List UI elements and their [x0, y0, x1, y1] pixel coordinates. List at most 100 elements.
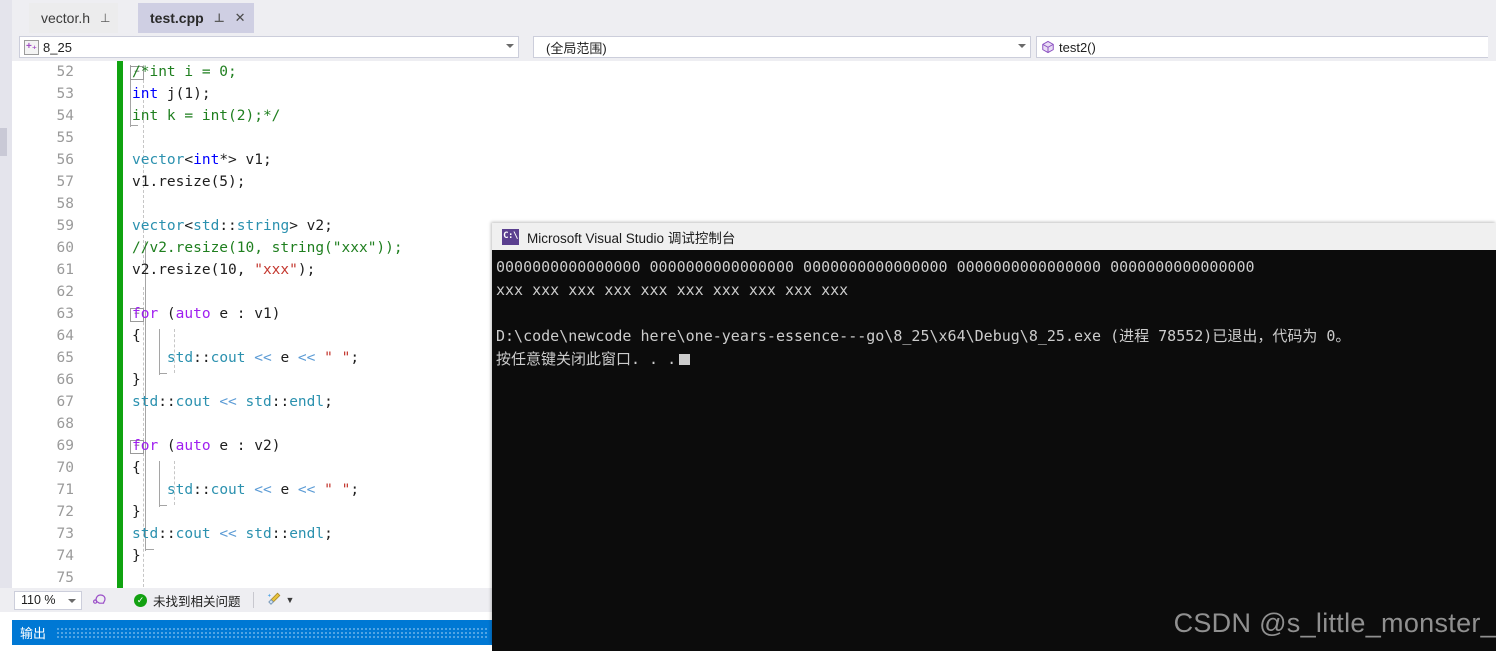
code-line[interactable]: 59 vector<std::string> v2;: [12, 215, 492, 237]
chevron-down-icon[interactable]: ▼: [286, 595, 295, 605]
line-number: 57: [56, 174, 74, 190]
code-editor[interactable]: 52−/*int i = 0; 53 int j(1); 54 int k = int(…: [12, 61, 492, 588]
code-line[interactable]: 69− for (auto e : v2): [12, 435, 492, 457]
line-number: 69: [56, 438, 74, 454]
chevron-down-icon[interactable]: [506, 44, 514, 48]
line-number: 61: [56, 262, 74, 278]
pin-icon[interactable]: ⊥: [214, 11, 225, 25]
output-panel-header[interactable]: 输出: [12, 620, 492, 645]
member-dropdown[interactable]: test2(): [1036, 36, 1488, 58]
close-icon[interactable]: ✕: [235, 10, 246, 26]
code-text: v2.resize(10, "xxx");: [132, 262, 316, 278]
code-line[interactable]: 56 vector<int*> v1;: [12, 149, 492, 171]
line-number: 72: [56, 504, 74, 520]
code-text: //v2.resize(10, string("xxx"));: [132, 240, 403, 256]
line-number: 66: [56, 372, 74, 388]
console-output[interactable]: 0000000000000000 0000000000000000 000000…: [492, 250, 1496, 651]
tab-label: vector.h: [41, 10, 91, 26]
scope-dropdown[interactable]: (全局范围): [533, 36, 1031, 58]
console-title: Microsoft Visual Studio 调试控制台: [527, 230, 736, 246]
project-dropdown[interactable]: +₊ 8_25: [19, 36, 519, 58]
code-line[interactable]: 68: [12, 413, 492, 435]
console-title-bar[interactable]: C:\ Microsoft Visual Studio 调试控制台: [492, 223, 1496, 250]
line-number: 70: [56, 460, 74, 476]
code-text: v1.resize(5);: [132, 174, 246, 190]
line-number: 63: [56, 306, 74, 322]
zoom-level-dropdown[interactable]: 110 %: [14, 590, 82, 610]
code-line[interactable]: 67 std::cout << std::endl;: [12, 391, 492, 413]
code-line[interactable]: 73 std::cout << std::endl;: [12, 523, 492, 545]
code-line[interactable]: 74}: [12, 545, 492, 567]
code-line[interactable]: 62: [12, 281, 492, 303]
tabstrip-left-edge: [0, 0, 12, 33]
visual-studio-window: vector.h ⊥ test.cpp ⊥ ✕ +₊ 8_25 (全局范围) t…: [0, 0, 1496, 651]
scroll-nub[interactable]: [0, 128, 7, 156]
code-text: std::cout << std::endl;: [132, 394, 333, 410]
tab-test-cpp[interactable]: test.cpp ⊥ ✕: [138, 3, 254, 33]
member-name: test2(): [1059, 39, 1096, 55]
code-line[interactable]: 60 //v2.resize(10, string("xxx"));: [12, 237, 492, 259]
zoom-level-value: 110 %: [21, 593, 56, 607]
status-bar: 110 % ✓ 未找到相关问题 ▼: [0, 588, 492, 612]
line-number: 75: [56, 570, 74, 586]
code-text: std::cout << std::endl;: [132, 526, 333, 542]
code-text: }: [132, 548, 141, 564]
line-number: 67: [56, 394, 74, 410]
code-text: vector<int*> v1;: [132, 152, 272, 168]
code-line[interactable]: 66}: [12, 369, 492, 391]
code-line[interactable]: 55: [12, 127, 492, 149]
line-number: 59: [56, 218, 74, 234]
line-number: 68: [56, 416, 74, 432]
method-cube-icon: [1041, 40, 1055, 54]
code-text: for (auto e : v1): [132, 306, 281, 322]
panel-drag-grip[interactable]: [56, 627, 488, 638]
console-line: D:\code\newcode here\one-years-essence--…: [496, 327, 1351, 345]
code-line[interactable]: 65 std::cout << e << " ";: [12, 347, 492, 369]
chevron-down-icon[interactable]: [1018, 44, 1026, 48]
cleanup-brush-icon[interactable]: [266, 591, 282, 610]
line-number: 73: [56, 526, 74, 542]
code-line[interactable]: 70 {: [12, 457, 492, 479]
code-line[interactable]: 52−/*int i = 0;: [12, 61, 492, 83]
watermark: CSDN @s_little_monster_: [1173, 608, 1496, 638]
line-number: 56: [56, 152, 74, 168]
console-line: 按任意键关闭此窗口. . .: [494, 348, 1496, 371]
tab-vector-h[interactable]: vector.h ⊥: [29, 3, 119, 33]
output-panel-label: 输出: [20, 626, 47, 641]
code-line[interactable]: 71 std::cout << e << " ";: [12, 479, 492, 501]
console-line: 0000000000000000 0000000000000000 000000…: [496, 258, 1255, 276]
navigation-bar: +₊ 8_25 (全局范围) test2(): [0, 33, 1496, 61]
code-line[interactable]: 54 int k = int(2);*/: [12, 105, 492, 127]
code-line[interactable]: 61 v2.resize(10, "xxx");: [12, 259, 492, 281]
tab-label: test.cpp: [150, 10, 204, 26]
code-text: /*int i = 0;: [132, 64, 237, 80]
line-number: 55: [56, 130, 74, 146]
code-text: for (auto e : v2): [132, 438, 281, 454]
issues-status[interactable]: ✓ 未找到相关问题: [134, 591, 241, 610]
status-separator: [252, 592, 254, 608]
code-line[interactable]: 75: [12, 567, 492, 588]
code-line[interactable]: 53 int j(1);: [12, 83, 492, 105]
code-line[interactable]: 63− for (auto e : v1): [12, 303, 492, 325]
line-number: 58: [56, 196, 74, 212]
line-number: 62: [56, 284, 74, 300]
code-line[interactable]: 58: [12, 193, 492, 215]
code-text: std::cout << e << " ";: [166, 350, 360, 366]
scope-name: (全局范围): [546, 40, 607, 56]
code-line[interactable]: 64 {: [12, 325, 492, 347]
code-text: std::cout << e << " ";: [166, 482, 360, 498]
code-lines[interactable]: 52−/*int i = 0; 53 int j(1); 54 int k = int(…: [12, 61, 492, 588]
chevron-down-icon[interactable]: [68, 598, 76, 603]
debug-console-window[interactable]: C:\ Microsoft Visual Studio 调试控制台 000000…: [492, 223, 1496, 651]
intellicode-icon[interactable]: [92, 591, 108, 610]
code-text: int k = int(2);*/: [132, 108, 281, 124]
line-number: 60: [56, 240, 74, 256]
code-text: }: [132, 504, 141, 520]
code-line[interactable]: 72}: [12, 501, 492, 523]
project-name: 8_25: [43, 39, 72, 55]
editor-left-margin: [0, 33, 12, 588]
pin-icon[interactable]: ⊥: [100, 11, 110, 25]
code-text: vector<std::string> v2;: [132, 218, 333, 234]
code-line[interactable]: 57 v1.resize(5);: [12, 171, 492, 193]
